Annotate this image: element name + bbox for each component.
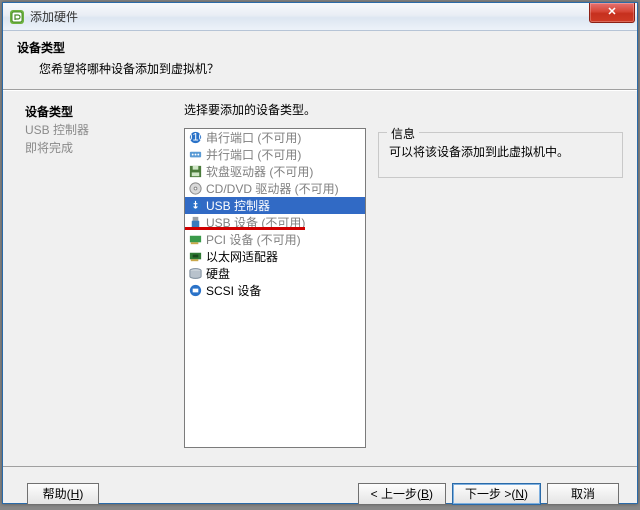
disk-icon [188,266,203,281]
content-prompt: 选择要添加的设备类型。 [184,101,623,118]
scsi-icon [188,283,203,298]
device-item-label: 硬盘 [206,265,230,282]
device-item-cd[interactable]: CD/DVD 驱动器 (不可用) [185,180,365,197]
serial-icon: 010 [188,130,203,145]
info-fieldset: 信息 可以将该设备添加到此虚拟机中。 [378,132,623,178]
app-icon [9,9,25,25]
header-subtitle: 您希望将哪种设备添加到虚拟机？ [17,60,623,77]
titlebar[interactable]: 添加硬件 ✕ [3,3,637,31]
device-item-label: PCI 设备 (不可用) [206,231,301,248]
sidebar-step-device-type[interactable]: 设备类型 [25,103,168,121]
parallel-icon [188,147,203,162]
cancel-button[interactable]: 取消 [547,483,619,505]
device-item-label: CD/DVD 驱动器 (不可用) [206,180,339,197]
sidebar-step-usb-controller[interactable]: USB 控制器 [25,121,168,139]
device-item-disk[interactable]: 硬盘 [185,265,365,282]
info-panel: 信息 可以将该设备添加到此虚拟机中。 [378,128,623,448]
close-button[interactable]: ✕ [589,3,635,23]
sidebar-step-ready[interactable]: 即将完成 [25,139,168,157]
close-icon: ✕ [607,7,616,18]
wizard-steps-sidebar: 设备类型 USB 控制器 即将完成 [3,91,178,466]
help-label: 帮助 [43,485,67,502]
annotation-underline [185,227,305,230]
device-item-usb-ctrl[interactable]: USB 控制器 [185,197,365,214]
device-item-parallel[interactable]: 并行端口 (不可用) [185,146,365,163]
device-item-nic[interactable]: 以太网适配器 [185,248,365,265]
main-area: 设备类型 USB 控制器 即将完成 选择要添加的设备类型。 010串行端口 (不… [3,91,637,466]
cancel-label: 取消 [571,485,595,502]
wizard-header: 设备类型 您希望将哪种设备添加到虚拟机？ [3,31,637,89]
device-type-list[interactable]: 010串行端口 (不可用)并行端口 (不可用)软盘驱动器 (不可用)CD/DVD… [184,128,366,448]
device-item-label: 软盘驱动器 (不可用) [206,163,313,180]
device-item-label: 串行端口 (不可用) [206,129,301,146]
floppy-icon [188,164,203,179]
back-button[interactable]: < 上一步(B) [358,483,446,505]
device-item-label: SCSI 设备 [206,282,261,299]
footer: 帮助(H) < 上一步(B) 下一步 >(N) 取消 [3,466,637,510]
info-body: 可以将该设备添加到此虚拟机中。 [389,143,612,160]
device-item-pci[interactable]: PCI 设备 (不可用) [185,231,365,248]
cd-icon [188,181,203,196]
help-button[interactable]: 帮助(H) [27,483,99,505]
next-label: 下一步 > [465,485,511,502]
device-item-floppy[interactable]: 软盘驱动器 (不可用) [185,163,365,180]
device-item-label: 并行端口 (不可用) [206,146,301,163]
dialog-window: 添加硬件 ✕ 设备类型 您希望将哪种设备添加到虚拟机？ 设备类型 USB 控制器… [2,2,638,504]
device-item-label: USB 控制器 [206,197,270,214]
usb-ctrl-icon [188,198,203,213]
next-button[interactable]: 下一步 >(N) [452,483,541,505]
nic-icon [188,249,203,264]
pci-icon [188,232,203,247]
device-item-serial[interactable]: 010串行端口 (不可用) [185,129,365,146]
window-title: 添加硬件 [30,8,589,25]
device-item-scsi[interactable]: SCSI 设备 [185,282,365,299]
info-legend: 信息 [387,125,419,142]
svg-text:010: 010 [188,131,203,143]
back-label: < 上一步 [371,485,417,502]
device-item-label: 以太网适配器 [206,248,278,265]
content-area: 选择要添加的设备类型。 010串行端口 (不可用)并行端口 (不可用)软盘驱动器… [178,91,637,466]
header-title: 设备类型 [17,39,623,56]
